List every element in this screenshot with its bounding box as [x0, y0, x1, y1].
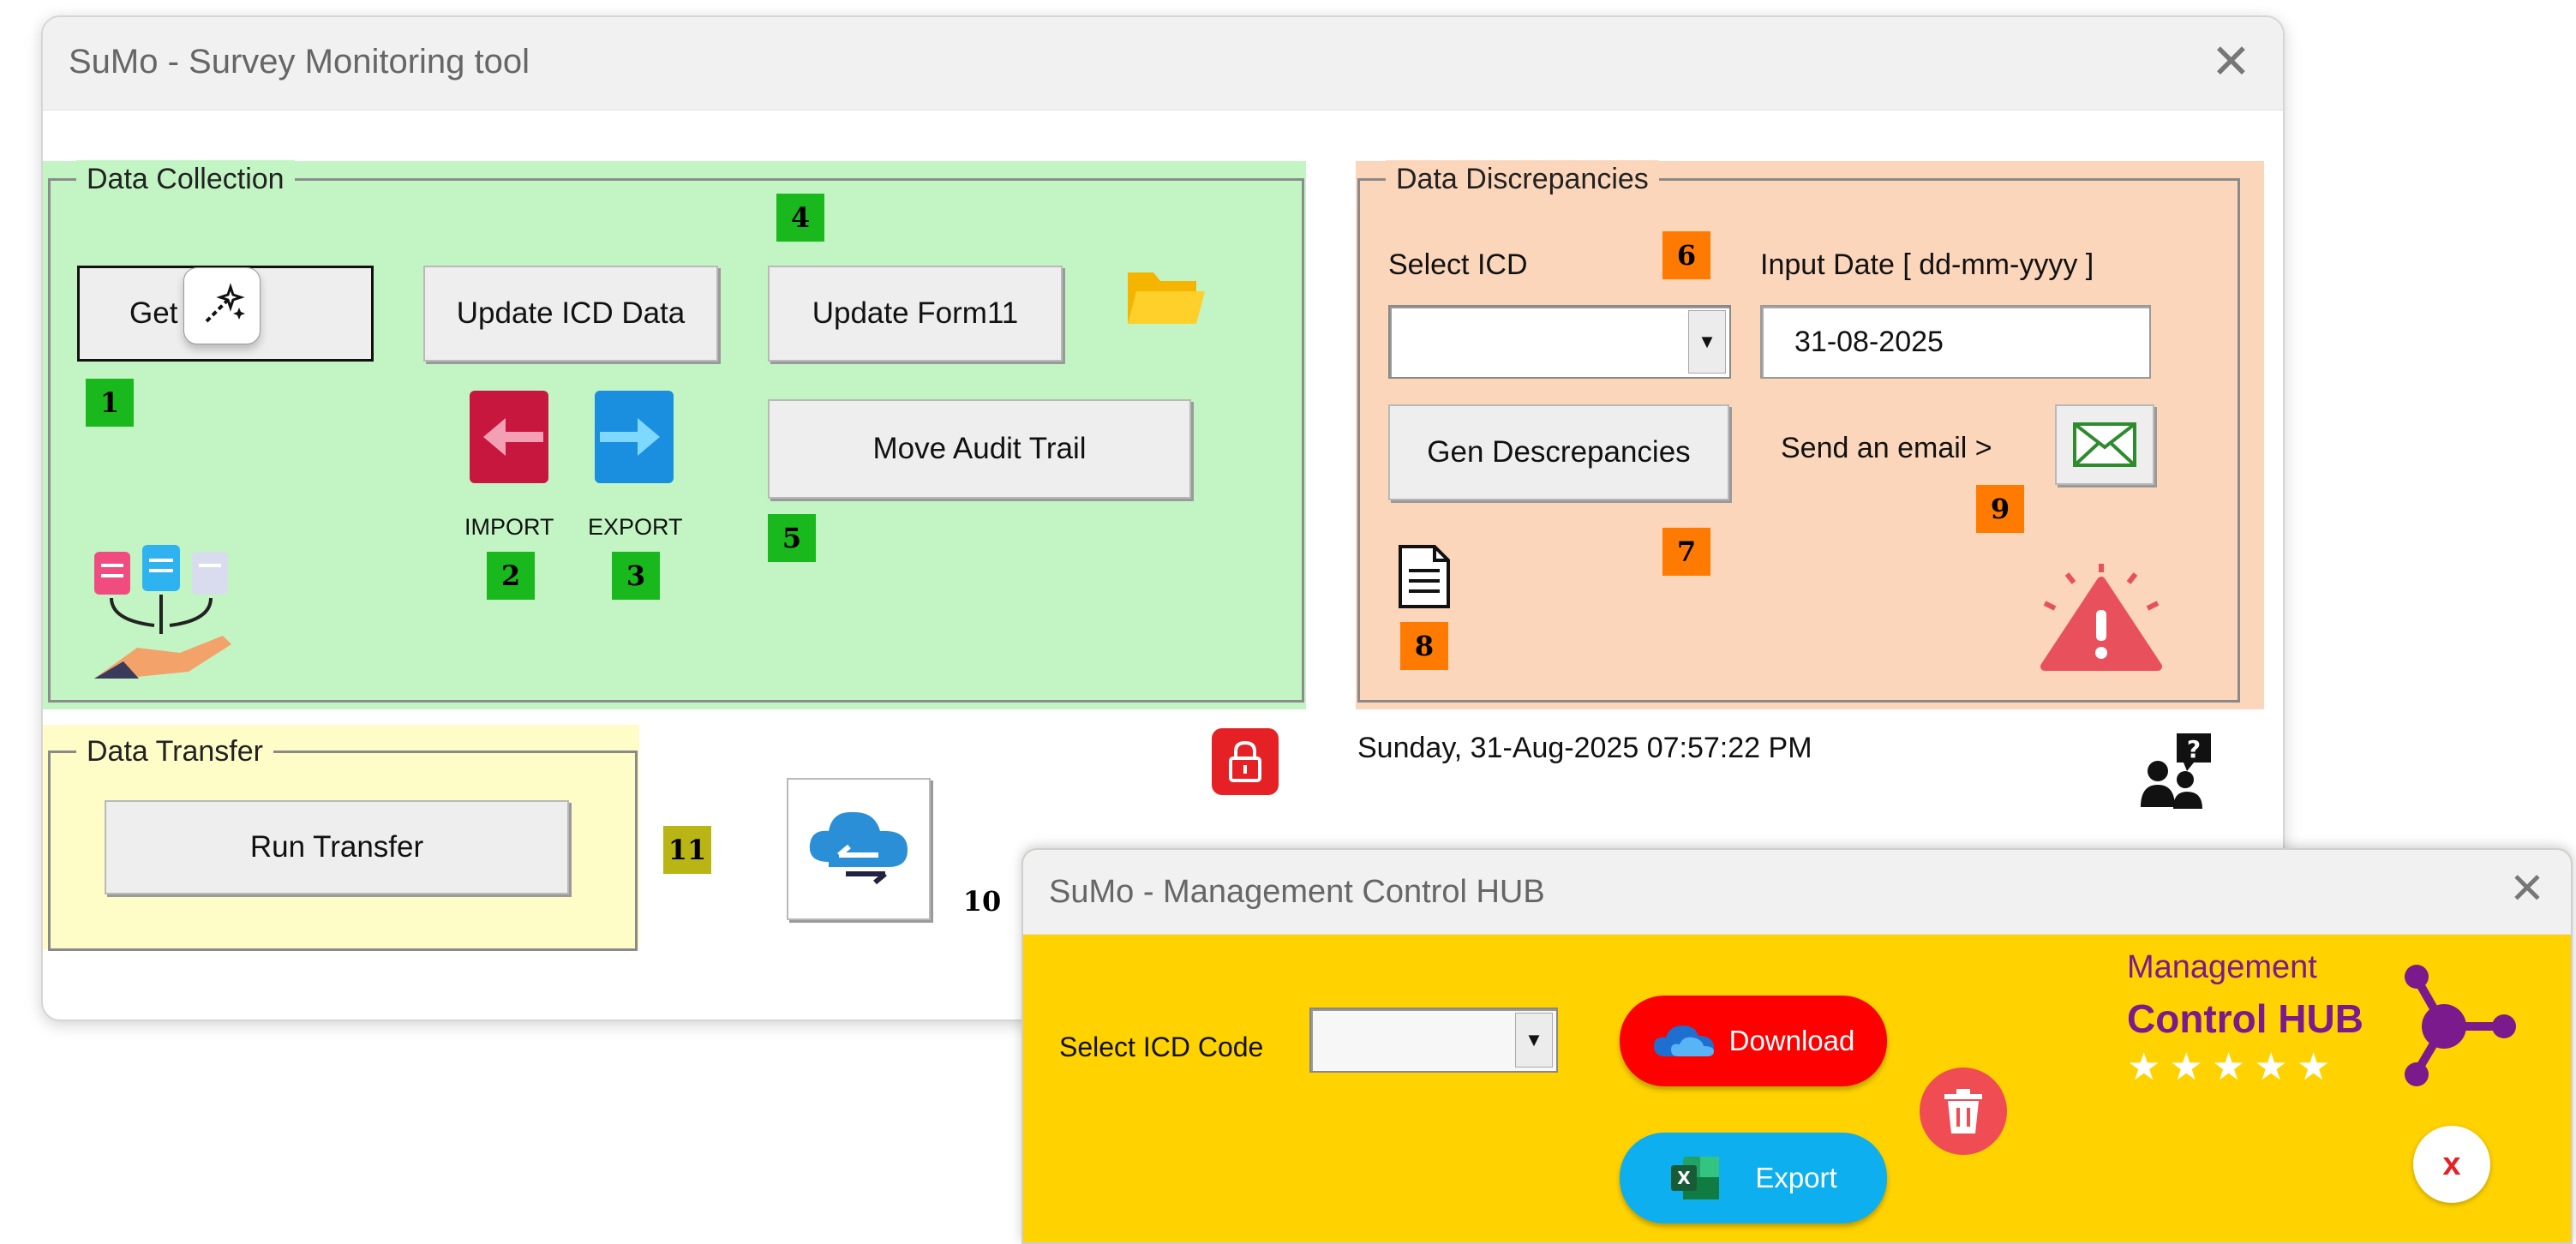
- star-icon: ★: [2296, 1046, 2331, 1088]
- main-titlebar: SuMo - Survey Monitoring tool ✕: [43, 17, 2283, 111]
- move-audit-trail-button[interactable]: Move Audit Trail: [768, 399, 1191, 499]
- input-date-label: Input Date [ dd-mm-yyyy ]: [1760, 248, 2094, 281]
- download-label: Download: [1728, 1025, 1855, 1056]
- input-date-value: 31-08-2025: [1794, 325, 1944, 358]
- email-button[interactable]: [2055, 404, 2154, 485]
- input-date-field[interactable]: 31-08-2025: [1760, 305, 2151, 379]
- data-transfer-label: Data Transfer: [76, 733, 273, 770]
- hub-window-title: SuMo - Management Control HUB: [1049, 874, 1545, 910]
- envelope-icon: [2073, 422, 2136, 467]
- data-collection-label: Data Collection: [76, 160, 295, 198]
- select-icd-code-dropdown[interactable]: ▼: [1309, 1008, 1558, 1073]
- badge-6: 6: [1662, 231, 1710, 279]
- badge-10: 10: [962, 885, 1002, 918]
- run-transfer-label: Run Transfer: [249, 830, 424, 864]
- export-hub-label: Export: [1755, 1162, 1837, 1193]
- badge-9: 9: [1976, 485, 2024, 533]
- brand-control-hub-text: Control HUB: [2127, 996, 2363, 1041]
- cloud-sync-button[interactable]: [787, 778, 931, 920]
- onedrive-cloud-icon: [1653, 1026, 1714, 1056]
- update-icd-data-label: Update ICD Data: [456, 296, 686, 330]
- folder-icon[interactable]: [1124, 264, 1207, 331]
- run-transfer-button[interactable]: Run Transfer: [105, 800, 569, 894]
- star-icon: ★: [2127, 1046, 2161, 1088]
- badge-5: 5: [768, 514, 816, 562]
- close-icon: x: [2442, 1145, 2461, 1182]
- star-icon: ★: [2211, 1046, 2246, 1088]
- main-window-title: SuMo - Survey Monitoring tool: [69, 43, 530, 81]
- export-label: EXPORT: [588, 514, 683, 540]
- alert-warning-icon: [2029, 562, 2173, 673]
- badge-11: 11: [663, 826, 711, 874]
- star-icon: ★: [2169, 1046, 2203, 1088]
- update-icd-data-button[interactable]: Update ICD Data: [423, 266, 718, 362]
- import-label: IMPORT: [464, 514, 554, 540]
- badge-1: 1: [86, 379, 134, 427]
- gen-descrepancies-button[interactable]: Gen Descrepancies: [1388, 404, 1729, 500]
- data-discrepancies-label: Data Discrepancies: [1386, 160, 1659, 198]
- svg-text:X: X: [1678, 1168, 1692, 1188]
- import-icon[interactable]: [470, 391, 548, 483]
- network-hub-icon: [2391, 961, 2519, 1090]
- move-audit-trail-label: Move Audit Trail: [872, 432, 1087, 465]
- hub-window: SuMo - Management Control HUB ✕ Select I…: [1021, 848, 2573, 1244]
- document-icon[interactable]: [1397, 543, 1452, 610]
- badge-7: 7: [1662, 528, 1710, 576]
- download-button[interactable]: Download: [1620, 996, 1887, 1086]
- badge-2: 2: [487, 552, 535, 600]
- hub-close-circle-button[interactable]: x: [2413, 1126, 2490, 1203]
- export-icon[interactable]: [595, 391, 674, 483]
- datetime-display: Sunday, 31-Aug-2025 07:57:22 PM: [1357, 732, 1812, 764]
- select-icd-label: Select ICD: [1388, 248, 1528, 281]
- chevron-down-icon[interactable]: ▼: [1515, 1013, 1553, 1068]
- chevron-down-icon[interactable]: ▼: [1688, 310, 1726, 374]
- data-collection-illustration-icon: [86, 541, 249, 687]
- brand-management-text: Management: [2127, 949, 2317, 985]
- user-help-icon[interactable]: ?: [2134, 730, 2216, 812]
- rating-stars: ★ ★ ★ ★ ★: [2127, 1045, 2339, 1089]
- select-icd-dropdown[interactable]: ▼: [1388, 305, 1731, 379]
- badge-3: 3: [612, 552, 660, 600]
- badge-8: 8: [1400, 622, 1448, 670]
- svg-text:?: ?: [2187, 735, 2201, 763]
- hub-close-icon[interactable]: ✕: [2509, 867, 2545, 910]
- lock-icon[interactable]: [1212, 728, 1279, 795]
- gen-descrepancies-label: Gen Descrepancies: [1427, 435, 1691, 469]
- excel-icon: X: [1671, 1157, 1720, 1199]
- trash-icon[interactable]: [1920, 1068, 2007, 1155]
- cloud-sync-icon: [809, 811, 908, 885]
- select-icd-code-label: Select ICD Code: [1059, 1032, 1264, 1062]
- magic-wand-icon[interactable]: [183, 267, 261, 344]
- export-hub-button[interactable]: X Export: [1620, 1133, 1887, 1223]
- send-email-label: Send an email >: [1781, 432, 1992, 464]
- main-close-icon[interactable]: ✕: [2211, 38, 2251, 86]
- star-icon: ★: [2254, 1046, 2288, 1088]
- update-form11-button[interactable]: Update Form11: [768, 266, 1063, 362]
- hub-titlebar: SuMo - Management Control HUB ✕: [1023, 850, 2571, 935]
- update-form11-label: Update Form11: [812, 296, 1019, 330]
- badge-4: 4: [776, 194, 824, 242]
